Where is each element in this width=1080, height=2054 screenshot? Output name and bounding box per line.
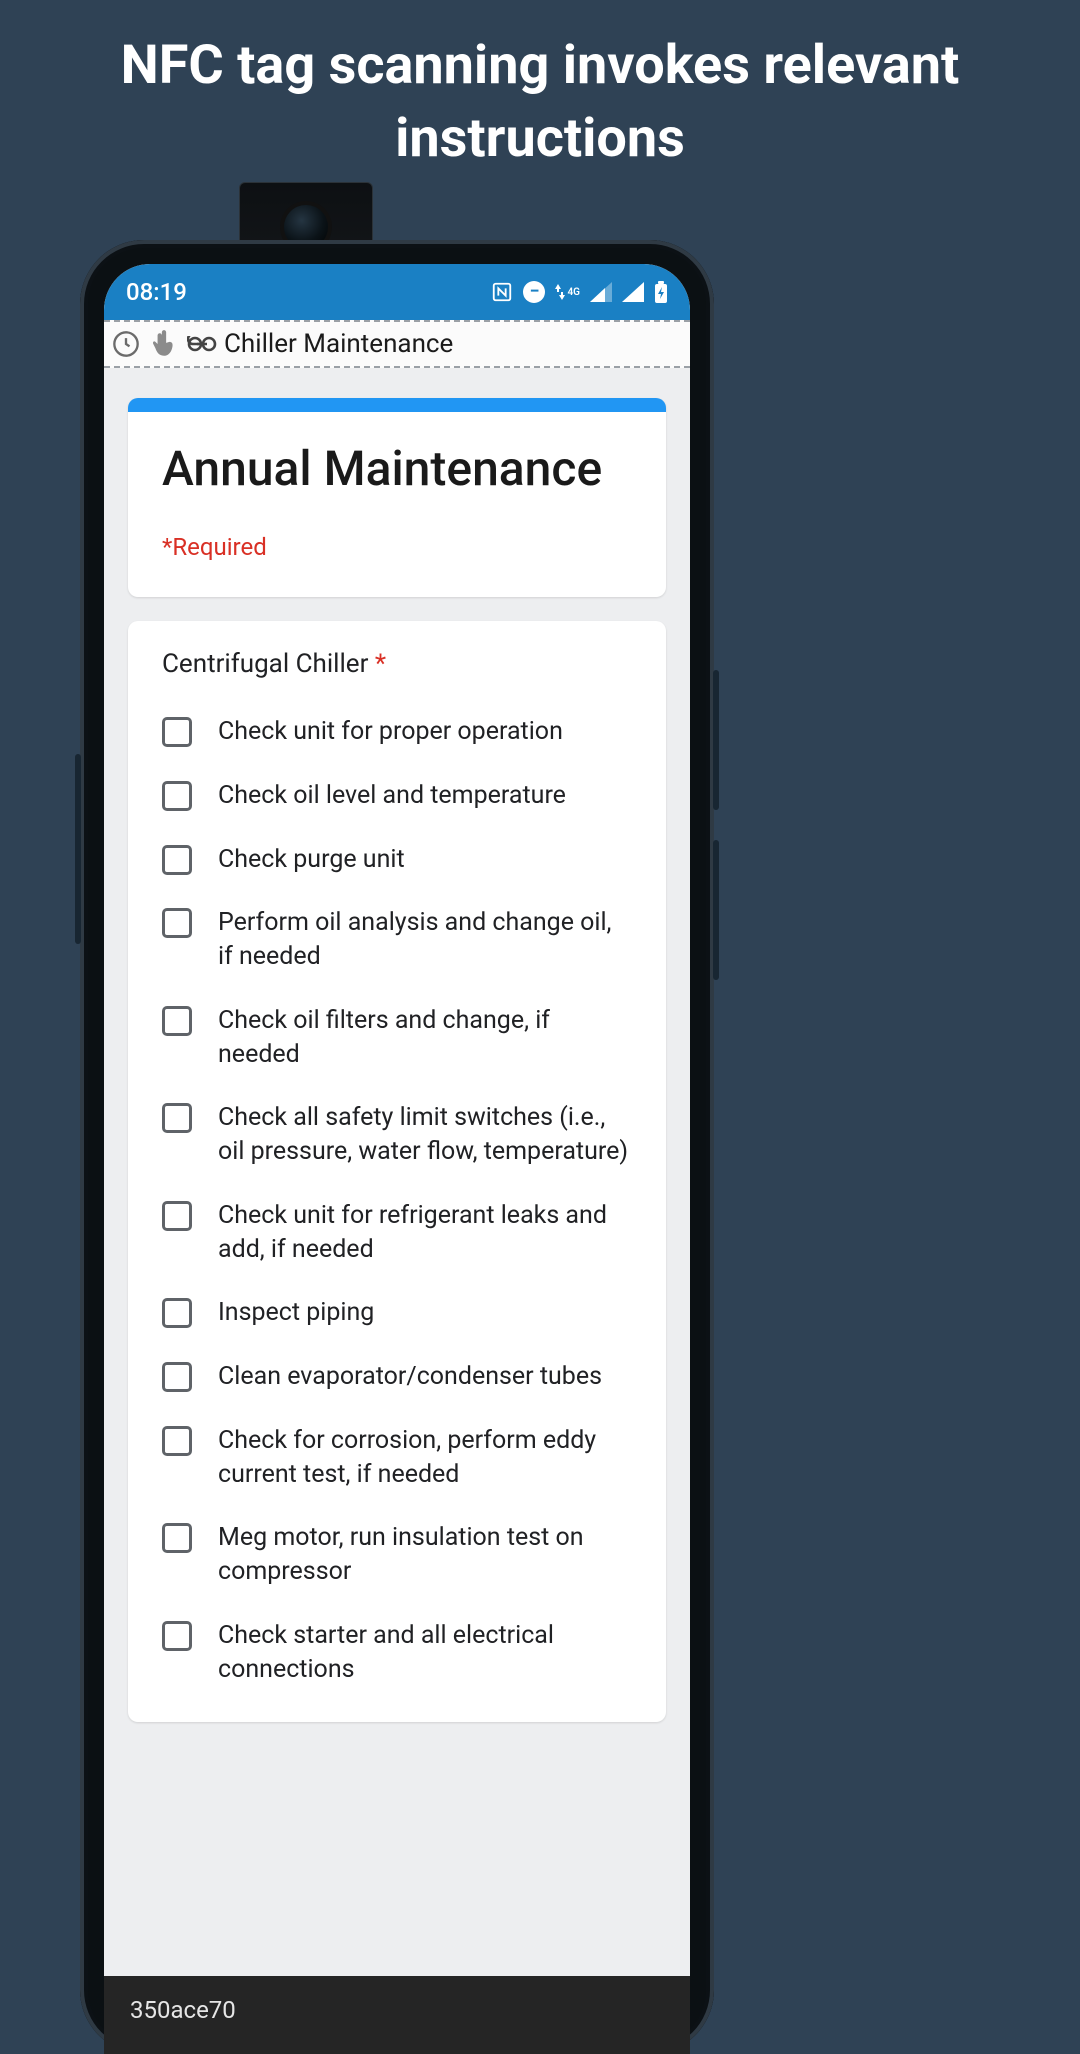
checkbox-icon[interactable] [162,781,192,811]
checkbox-item[interactable]: Check starter and all electrical connect… [162,1619,632,1687]
context-title: Chiller Maintenance [224,329,453,359]
nfc-icon [491,281,513,303]
checkbox-item[interactable]: Inspect piping [162,1296,632,1330]
checkbox-label: Check oil filters and change, if needed [218,1004,632,1072]
signal-icon [622,282,644,302]
link-icon [186,328,218,360]
toast-text: 350ace70 [130,1996,236,2024]
context-bar: Chiller Maintenance [104,320,690,368]
checkbox-item[interactable]: Check all safety limit switches (i.e., o… [162,1101,632,1169]
headline-text: NFC tag scanning invokes relevant instru… [0,0,1080,176]
checkbox-icon[interactable] [162,1103,192,1133]
battery-charging-icon [654,281,668,303]
touch-icon [148,328,180,360]
checkbox-item[interactable]: Clean evaporator/condenser tubes [162,1360,632,1394]
form-header-card: Annual Maintenance *Required [128,398,666,597]
checkbox-item[interactable]: Check unit for refrigerant leaks and add… [162,1199,632,1267]
mobile-data-icon: 4G [555,284,580,300]
checkbox-label: Check unit for proper operation [218,715,563,749]
checkbox-item[interactable]: Check unit for proper operation [162,715,632,749]
section-title-text: Centrifugal Chiller [162,649,368,679]
phone-side-button [713,670,719,810]
required-asterisk-icon: * [375,649,386,679]
do-not-disturb-icon: − [523,281,545,303]
checkbox-icon[interactable] [162,1006,192,1036]
toast-message: 350ace70 [104,1976,690,2054]
required-note: *Required [162,533,632,561]
status-time: 08:19 [126,278,187,306]
status-icons: − 4G [491,281,668,303]
checkbox-icon[interactable] [162,1298,192,1328]
checkbox-item[interactable]: Check oil level and temperature [162,779,632,813]
status-bar: 08:19 − 4G [104,264,690,320]
checkbox-icon[interactable] [162,1621,192,1651]
checkbox-label: Check starter and all electrical connect… [218,1619,632,1687]
clock-icon [110,328,142,360]
form-scroll-area[interactable]: Annual Maintenance *Required Centrifugal… [104,368,690,1722]
checkbox-label: Inspect piping [218,1296,374,1330]
phone-side-button [75,754,81,944]
checkbox-label: Perform oil analysis and change oil, if … [218,906,632,974]
form-section-card: Centrifugal Chiller * Check unit for pro… [128,621,666,1722]
checkbox-list: Check unit for proper operation Check oil… [162,715,632,1686]
checkbox-icon[interactable] [162,1362,192,1392]
checkbox-icon[interactable] [162,717,192,747]
phone-screen: 08:19 − 4G Chille [104,264,690,2054]
checkbox-item[interactable]: Check purge unit [162,843,632,877]
form-title: Annual Maintenance [162,440,632,497]
checkbox-item[interactable]: Check oil filters and change, if needed [162,1004,632,1072]
signal-icon [590,282,612,302]
checkbox-item[interactable]: Check for corrosion, perform eddy curren… [162,1424,632,1492]
checkbox-icon[interactable] [162,1523,192,1553]
checkbox-label: Clean evaporator/condenser tubes [218,1360,602,1394]
checkbox-item[interactable]: Perform oil analysis and change oil, if … [162,906,632,974]
network-type-label: 4G [567,287,580,298]
checkbox-icon[interactable] [162,845,192,875]
phone-frame: 08:19 − 4G Chille [80,240,714,2054]
section-title: Centrifugal Chiller * [162,649,632,679]
checkbox-icon[interactable] [162,1201,192,1231]
checkbox-label: Check for corrosion, perform eddy curren… [218,1424,632,1492]
checkbox-label: Check oil level and temperature [218,779,566,813]
phone-side-button [713,840,719,980]
checkbox-label: Check purge unit [218,843,405,877]
checkbox-label: Meg motor, run insulation test on compre… [218,1521,632,1589]
checkbox-icon[interactable] [162,908,192,938]
checkbox-label: Check all safety limit switches (i.e., o… [218,1101,632,1169]
checkbox-label: Check unit for refrigerant leaks and add… [218,1199,632,1267]
checkbox-item[interactable]: Meg motor, run insulation test on compre… [162,1521,632,1589]
checkbox-icon[interactable] [162,1426,192,1456]
